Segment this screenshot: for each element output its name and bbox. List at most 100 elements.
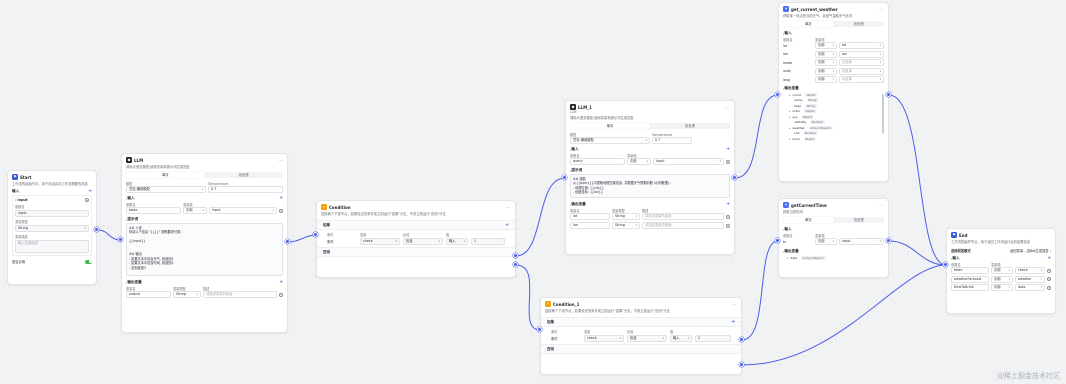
gettime-input-port[interactable] xyxy=(775,238,780,243)
cond1-input-port[interactable] xyxy=(313,232,318,237)
add-input-icon[interactable]: + xyxy=(726,147,730,152)
tab-single[interactable]: 单次 xyxy=(783,21,834,27)
output-param-source[interactable]: 引用 ▾ xyxy=(991,267,1013,274)
llm-input-port[interactable] xyxy=(118,237,123,242)
add-input-icon[interactable]: + xyxy=(1047,256,1051,261)
input-var-name[interactable]: tebie xyxy=(126,207,181,214)
end-node[interactable]: ⚑ End 工作流的最终节点，用于返回工作流运行后的结果信息 选择回答模式 返回… xyxy=(946,228,1056,314)
weather-input-port[interactable] xyxy=(775,92,780,97)
more-icon[interactable]: ··· xyxy=(506,205,511,210)
add-input-icon[interactable]: + xyxy=(279,196,283,201)
tab-batch[interactable]: 批处理 xyxy=(834,21,885,27)
more-icon[interactable]: ··· xyxy=(278,158,283,163)
llm-output-port[interactable] xyxy=(285,239,290,244)
chevron-down-icon[interactable]: ▾ xyxy=(1050,249,1051,253)
cond-op-select[interactable]: 包含 ▾ xyxy=(627,335,667,342)
input-var-source[interactable]: 引用 ▾ xyxy=(183,207,207,214)
output-var-desc[interactable]: 请描述变量的用途 xyxy=(642,213,724,220)
remove-param-icon[interactable]: − xyxy=(85,198,89,202)
output-var-type[interactable]: String ▾ xyxy=(173,291,201,298)
temperature-input[interactable]: 0.7 xyxy=(652,137,692,144)
end-input-port[interactable] xyxy=(943,262,948,267)
cond1-else-port[interactable] xyxy=(513,262,518,267)
remove-param-icon[interactable]: − xyxy=(1047,285,1051,290)
collapse-icon[interactable]: ▾ xyxy=(15,198,16,202)
output-var-name[interactable]: lon xyxy=(570,222,610,229)
cond-val-input[interactable]: 1 xyxy=(471,238,505,245)
output-param-name[interactable]: tebie xyxy=(951,267,989,274)
input-param-ref[interactable]: 请选择 ▾ xyxy=(839,67,884,75)
remove-input-icon[interactable]: − xyxy=(279,208,283,213)
tab-single[interactable]: 单次 xyxy=(126,172,205,178)
model-select[interactable]: 豆包·通用模型 ▾ xyxy=(126,186,206,193)
output-var-name[interactable]: output xyxy=(126,291,171,298)
more-icon[interactable]: ··· xyxy=(725,105,730,110)
input-param-ref[interactable]: lon ▾ xyxy=(839,50,884,58)
llm-node[interactable]: ◆ LLM ··· 调用大语言模型,使用变量和提示词生成回复 单次 批处理 模型… xyxy=(121,153,288,333)
more-icon[interactable]: ··· xyxy=(879,7,884,12)
cond1-if-port[interactable] xyxy=(513,253,518,258)
output-param-source[interactable]: 引用 ▾ xyxy=(991,275,1013,283)
start-output-port[interactable] xyxy=(94,227,99,232)
input-param-source[interactable]: 引用 ▾ xyxy=(815,42,837,49)
tab-batch[interactable]: 批处理 xyxy=(834,217,885,223)
cond-ref-select[interactable]: check ▾ xyxy=(360,238,400,245)
input-param-ref[interactable]: lat ▾ xyxy=(839,42,884,49)
remove-param-icon[interactable]: − xyxy=(1047,268,1051,273)
cond2-else-port[interactable] xyxy=(739,362,744,367)
output-param-name[interactable]: weatherForecast xyxy=(951,275,989,283)
llm1-node[interactable]: ◆ LLM_1 ··· LLM 调用大语言模型,使用变量和提示词生成回复 单次 … xyxy=(565,100,735,255)
add-output-icon[interactable]: + xyxy=(726,202,730,207)
remove-input-icon[interactable]: − xyxy=(726,159,730,164)
input-var-ref[interactable]: input ▾ xyxy=(653,158,724,165)
input-var-source[interactable]: 引用 ▾ xyxy=(627,158,651,165)
temperature-input[interactable]: 0.7 xyxy=(208,186,283,193)
more-icon[interactable]: ··· xyxy=(879,203,884,208)
input-param-source[interactable]: 引用 ▾ xyxy=(815,76,837,83)
output-var-desc[interactable]: 请描述变量的用途 xyxy=(642,222,724,229)
cond-val-mode[interactable]: 输入 ▾ xyxy=(446,238,468,245)
remove-output-icon[interactable]: − xyxy=(726,223,730,228)
input-param-ref[interactable]: 请选择 ▾ xyxy=(839,76,884,83)
add-param-icon[interactable]: + xyxy=(88,189,92,194)
cond-op-select[interactable]: 包含 ▾ xyxy=(403,238,443,245)
tab-single[interactable]: 单次 xyxy=(570,123,650,129)
gettime-node[interactable]: ✦ getCurrentTime ··· 获取当前时间 单次 批处理 ▾ 输入 … xyxy=(778,198,889,278)
cond2-if-port[interactable] xyxy=(739,337,744,342)
input-param-source[interactable]: 引用 ▾ xyxy=(815,67,837,75)
scrollbar[interactable] xyxy=(882,94,884,134)
tab-batch[interactable]: 批处理 xyxy=(205,172,284,178)
add-output-icon[interactable]: + xyxy=(279,280,283,285)
answer-mode-select[interactable]: 返回变量，由Bot生成回答 xyxy=(1010,248,1049,253)
output-param-ref[interactable]: check ▾ xyxy=(1015,267,1045,274)
input-param-ref[interactable]: input ▾ xyxy=(839,238,884,245)
output-var-type[interactable]: String ▾ xyxy=(612,213,640,220)
tab-batch[interactable]: 批处理 xyxy=(650,123,730,129)
output-var-type[interactable]: String ▾ xyxy=(612,222,640,229)
cond-ref-select[interactable]: check ▾ xyxy=(584,335,624,342)
output-var-name[interactable]: lat xyxy=(570,213,610,220)
remove-param-icon[interactable]: − xyxy=(1047,277,1051,281)
param-name-field[interactable]: input xyxy=(15,210,89,217)
input-param-source[interactable]: 引用 ▾ xyxy=(815,238,837,245)
start-node[interactable]: ⚑ Start 工作流的起始节点，用于设定启动工作流需要的信息 输入 + ▾ i… xyxy=(7,170,97,285)
input-var-ref[interactable]: input ▾ xyxy=(209,207,277,214)
add-condition-icon[interactable]: + xyxy=(505,223,509,228)
prompt-editor[interactable]: ## 技能 从{{query}}中提取地理位置信息, 并根据天气预报判断 (示例… xyxy=(570,174,730,198)
condition1-node[interactable]: ⑂ Condition_1 ··· 连接两个下游节点，如果设定的条件成立则运行"… xyxy=(540,297,742,375)
more-icon[interactable]: ··· xyxy=(732,302,737,307)
var-type-select[interactable]: String ▾ xyxy=(15,225,89,232)
input-var-name[interactable]: query xyxy=(570,158,625,165)
cond-val-input[interactable]: 2 xyxy=(695,335,731,342)
output-param-ref[interactable]: data ▾ xyxy=(1015,284,1045,291)
desc-field[interactable]: 输入变量描述 xyxy=(15,240,89,253)
output-var-desc[interactable]: 请描述变量的用途 xyxy=(203,291,277,298)
tab-single[interactable]: 单次 xyxy=(783,217,834,223)
model-select[interactable]: 豆包·通用模型 ▾ xyxy=(570,137,650,144)
gettime-output-port[interactable] xyxy=(886,238,891,243)
llm1-output-port[interactable] xyxy=(732,175,737,180)
prompt-editor[interactable]: ## 人设 你将以下信息 "{{}}" 按照要求分类: {{input}} ##… xyxy=(126,223,283,276)
cond2-input-port[interactable] xyxy=(537,327,542,332)
condition-node[interactable]: ⑂ Condition ··· 连接两个下游节点，如果设定的条件成立则运行"如果… xyxy=(316,200,516,278)
llm1-input-port[interactable] xyxy=(562,175,567,180)
